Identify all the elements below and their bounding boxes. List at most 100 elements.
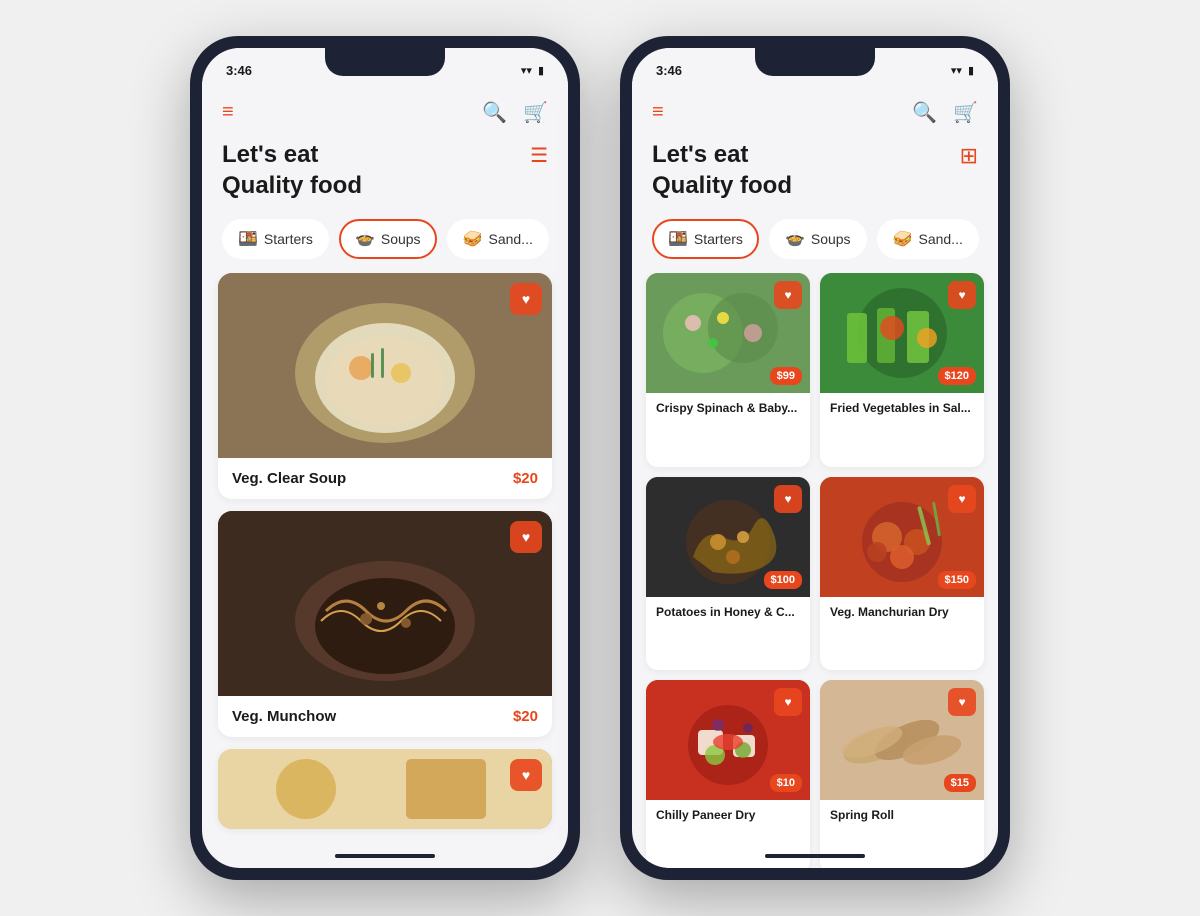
heart-btn-partial[interactable]: ♥ — [510, 759, 542, 791]
food-list-1: ♥ Veg. Clear Soup $20 — [202, 273, 568, 868]
grid-img-chilly-paneer: ♥ $10 — [646, 680, 810, 800]
heart-btn-crispy-spinach[interactable]: ♥ — [774, 281, 802, 309]
phone-grid: 3:46 ▾▾ ▮ ≡ 🔍 🛒 Let's eat Quality food ⊞ — [620, 36, 1010, 880]
heart-btn-fried-veg[interactable]: ♥ — [948, 281, 976, 309]
title-line1-1: Let's eat — [222, 139, 362, 170]
food-grid-2: ♥ $99 Crispy Spinach & Baby... — [632, 273, 998, 868]
price-badge-crispy-spinach: $99 — [770, 367, 802, 385]
status-icons-2: ▾▾ ▮ — [951, 64, 974, 77]
title-line2-1: Quality food — [222, 170, 362, 201]
status-bar-2: 3:46 ▾▾ ▮ — [632, 48, 998, 92]
food-card-info-veg-munchow: Veg. Munchow $20 — [218, 696, 552, 737]
categories-1: 🍱 Starters 🍲 Soups 🥪 Sand... — [202, 215, 568, 273]
app-header-2: ≡ 🔍 🛒 — [632, 92, 998, 135]
heart-btn-veg-manchurian[interactable]: ♥ — [948, 485, 976, 513]
hero-2: Let's eat Quality food ⊞ — [632, 135, 998, 215]
status-bar-1: 3:46 ▾▾ ▮ — [202, 48, 568, 92]
time-1: 3:46 — [226, 63, 252, 78]
heart-btn-veg-munchow[interactable]: ♥ — [510, 521, 542, 553]
title-line1-2: Let's eat — [652, 139, 792, 170]
cat-soups-1[interactable]: 🍲 Soups — [339, 219, 437, 259]
grid-card-fried-veg: ♥ $120 Fried Vegetables in Sal... — [820, 273, 984, 466]
grid-card-info-spring-roll: Spring Roll — [820, 800, 984, 830]
view-toggle-1[interactable]: ☰ — [530, 139, 548, 168]
status-icons-1: ▾▾ ▮ — [521, 64, 544, 77]
food-name-veg-munchow: Veg. Munchow — [232, 708, 336, 725]
food-card-info-veg-clear-soup: Veg. Clear Soup $20 — [218, 458, 552, 499]
food-name-veg-clear-soup: Veg. Clear Soup — [232, 470, 346, 487]
wifi-icon-1: ▾▾ — [521, 64, 532, 77]
header-right-1: 🔍 🛒 — [482, 100, 548, 125]
battery-icon-2: ▮ — [968, 64, 974, 77]
search-icon-1[interactable]: 🔍 — [482, 100, 507, 125]
notch-1 — [325, 48, 445, 76]
food-price-veg-clear-soup: $20 — [513, 470, 538, 487]
menu-icon-1[interactable]: ≡ — [222, 101, 234, 124]
cat-starters-1[interactable]: 🍱 Starters — [222, 219, 329, 259]
food-img-veg-munchow: ♥ — [218, 511, 552, 696]
cat-soups-2[interactable]: 🍲 Soups — [769, 219, 867, 259]
price-badge-potatoes-honey: $100 — [764, 571, 802, 589]
food-img-partial: ♥ — [218, 749, 552, 829]
grid-img-spring-roll: ♥ $15 — [820, 680, 984, 800]
food-card-veg-clear-soup: ♥ Veg. Clear Soup $20 — [218, 273, 552, 499]
cat-starters-emoji-2: 🍱 — [668, 229, 688, 249]
grid-card-info-crispy-spinach: Crispy Spinach & Baby... — [646, 393, 810, 423]
grid-card-info-veg-manchurian: Veg. Manchurian Dry — [820, 597, 984, 627]
heart-btn-chilly-paneer[interactable]: ♥ — [774, 688, 802, 716]
grid-card-chilly-paneer: ♥ $10 Chilly Paneer Dry — [646, 680, 810, 868]
header-right-2: 🔍 🛒 — [912, 100, 978, 125]
food-card-veg-munchow: ♥ Veg. Munchow $20 — [218, 511, 552, 737]
grid-food-name-crispy-spinach: Crispy Spinach & Baby... — [656, 401, 800, 415]
grid-food-name-fried-veg: Fried Vegetables in Sal... — [830, 401, 974, 415]
cat-sandwiches-2[interactable]: 🥪 Sand... — [877, 219, 979, 259]
cat-starters-label-1: Starters — [264, 231, 313, 247]
search-icon-2[interactable]: 🔍 — [912, 100, 937, 125]
cat-sandwiches-label-2: Sand... — [918, 231, 962, 247]
grid-card-veg-manchurian: ♥ $150 Veg. Manchurian Dry — [820, 477, 984, 670]
hero-title-2: Let's eat Quality food — [652, 139, 792, 201]
bottom-bar-2 — [765, 854, 865, 858]
grid-img-potatoes-honey: ♥ $100 — [646, 477, 810, 597]
food-card-partial: ♥ — [218, 749, 552, 829]
price-badge-fried-veg: $120 — [938, 367, 976, 385]
cat-sandwiches-emoji-2: 🥪 — [893, 229, 913, 249]
categories-2: 🍱 Starters 🍲 Soups 🥪 Sand... — [632, 215, 998, 273]
grid-card-spring-roll: ♥ $15 Spring Roll — [820, 680, 984, 868]
grid-food-name-potatoes-honey: Potatoes in Honey & C... — [656, 605, 800, 619]
grid-food-name-chilly-paneer: Chilly Paneer Dry — [656, 808, 800, 822]
price-badge-spring-roll: $15 — [944, 774, 976, 792]
grid-card-info-chilly-paneer: Chilly Paneer Dry — [646, 800, 810, 830]
phone-list: 3:46 ▾▾ ▮ ≡ 🔍 🛒 Let's eat Quality food ☰ — [190, 36, 580, 880]
heart-btn-spring-roll[interactable]: ♥ — [948, 688, 976, 716]
cat-soups-emoji-2: 🍲 — [785, 229, 805, 249]
grid-food-name-spring-roll: Spring Roll — [830, 808, 974, 822]
grid-card-potatoes-honey: ♥ $100 Potatoes in Honey & C... — [646, 477, 810, 670]
wifi-icon-2: ▾▾ — [951, 64, 962, 77]
cat-soups-emoji-1: 🍲 — [355, 229, 375, 249]
cart-icon-2[interactable]: 🛒 — [953, 100, 978, 125]
heart-btn-potatoes-honey[interactable]: ♥ — [774, 485, 802, 513]
time-2: 3:46 — [656, 63, 682, 78]
battery-icon-1: ▮ — [538, 64, 544, 77]
cart-icon-1[interactable]: 🛒 — [523, 100, 548, 125]
grid-img-veg-manchurian: ♥ $150 — [820, 477, 984, 597]
food-price-veg-munchow: $20 — [513, 708, 538, 725]
price-badge-chilly-paneer: $10 — [770, 774, 802, 792]
food-img-veg-clear-soup: ♥ — [218, 273, 552, 458]
grid-card-info-fried-veg: Fried Vegetables in Sal... — [820, 393, 984, 423]
notch-2 — [755, 48, 875, 76]
menu-icon-2[interactable]: ≡ — [652, 101, 664, 124]
cat-starters-emoji-1: 🍱 — [238, 229, 258, 249]
grid-img-crispy-spinach: ♥ $99 — [646, 273, 810, 393]
grid-card-info-potatoes-honey: Potatoes in Honey & C... — [646, 597, 810, 627]
heart-btn-veg-clear-soup[interactable]: ♥ — [510, 283, 542, 315]
app-header-1: ≡ 🔍 🛒 — [202, 92, 568, 135]
cat-starters-2[interactable]: 🍱 Starters — [652, 219, 759, 259]
price-badge-veg-manchurian: $150 — [938, 571, 976, 589]
cat-sandwiches-1[interactable]: 🥪 Sand... — [447, 219, 549, 259]
view-toggle-2[interactable]: ⊞ — [960, 139, 978, 169]
cat-sandwiches-emoji-1: 🥪 — [463, 229, 483, 249]
title-line2-2: Quality food — [652, 170, 792, 201]
bottom-bar-1 — [335, 854, 435, 858]
